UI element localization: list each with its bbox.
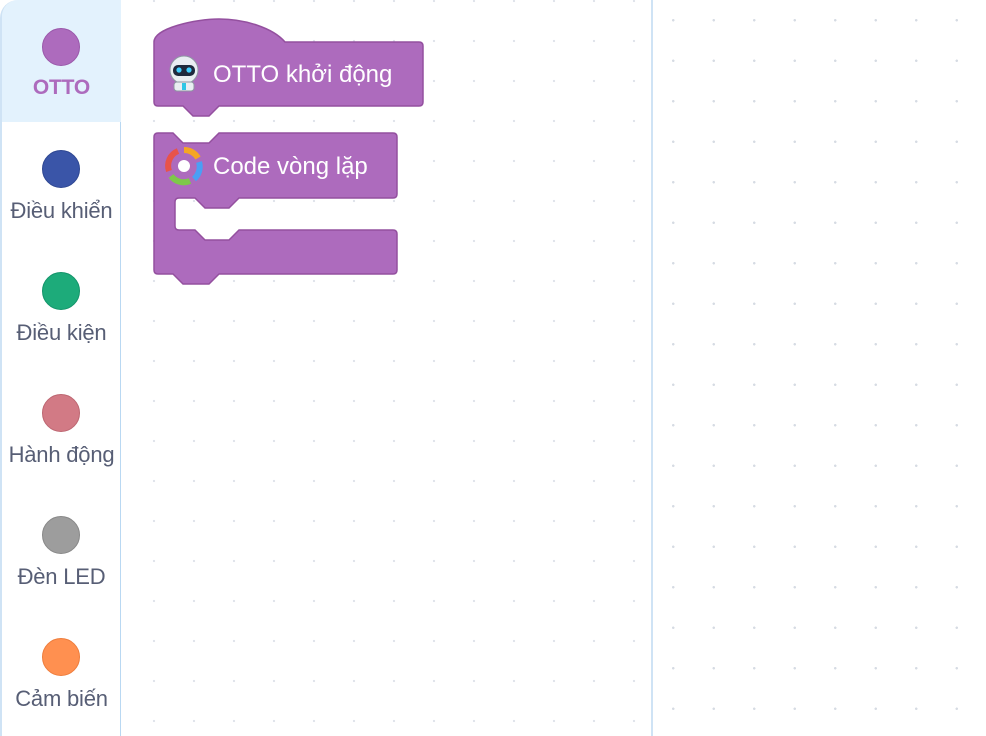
otto-start-block[interactable]: OTTO khởi động [153, 18, 424, 117]
blockly-editor: OTTO Điều khiển Điều kiện Hành động Đèn … [0, 0, 986, 736]
category-dieu-khien[interactable]: Điều khiển [2, 122, 121, 244]
category-otto-color-dot [42, 28, 80, 66]
category-otto[interactable]: OTTO [2, 0, 121, 122]
category-den-led-color-dot [42, 516, 80, 554]
category-label: OTTO [32, 76, 91, 99]
category-label: Điều khiển [10, 198, 113, 223]
category-label: Đèn LED [17, 564, 106, 589]
block-palette: OTTO khởi động Code vòng lặp [121, 0, 653, 736]
category-hanh-dong-color-dot [42, 394, 80, 432]
category-dieu-kien[interactable]: Điều kiện [2, 244, 121, 366]
loop-block[interactable]: Code vòng lặp [153, 132, 398, 285]
category-label: Điều kiện [16, 320, 107, 345]
category-label: Hành động [8, 442, 115, 467]
otto-start-label: OTTO khởi động [213, 61, 392, 88]
loop-label: Code vòng lặp [213, 153, 368, 180]
category-cam-bien[interactable]: Cảm biến [2, 610, 121, 732]
palette-blocks: OTTO khởi động Code vòng lặp [153, 18, 424, 285]
category-cam-bien-color-dot [42, 638, 80, 676]
category-label: Cảm biến [15, 686, 108, 711]
workspace-canvas[interactable] [653, 0, 986, 736]
category-dieu-kien-color-dot [42, 272, 80, 310]
category-dieu-khien-color-dot [42, 150, 80, 188]
category-den-led[interactable]: Đèn LED [2, 488, 121, 610]
category-menu: OTTO Điều khiển Điều kiện Hành động Đèn … [0, 0, 121, 736]
robot-icon [169, 55, 199, 92]
category-hanh-dong[interactable]: Hành động [2, 366, 121, 488]
